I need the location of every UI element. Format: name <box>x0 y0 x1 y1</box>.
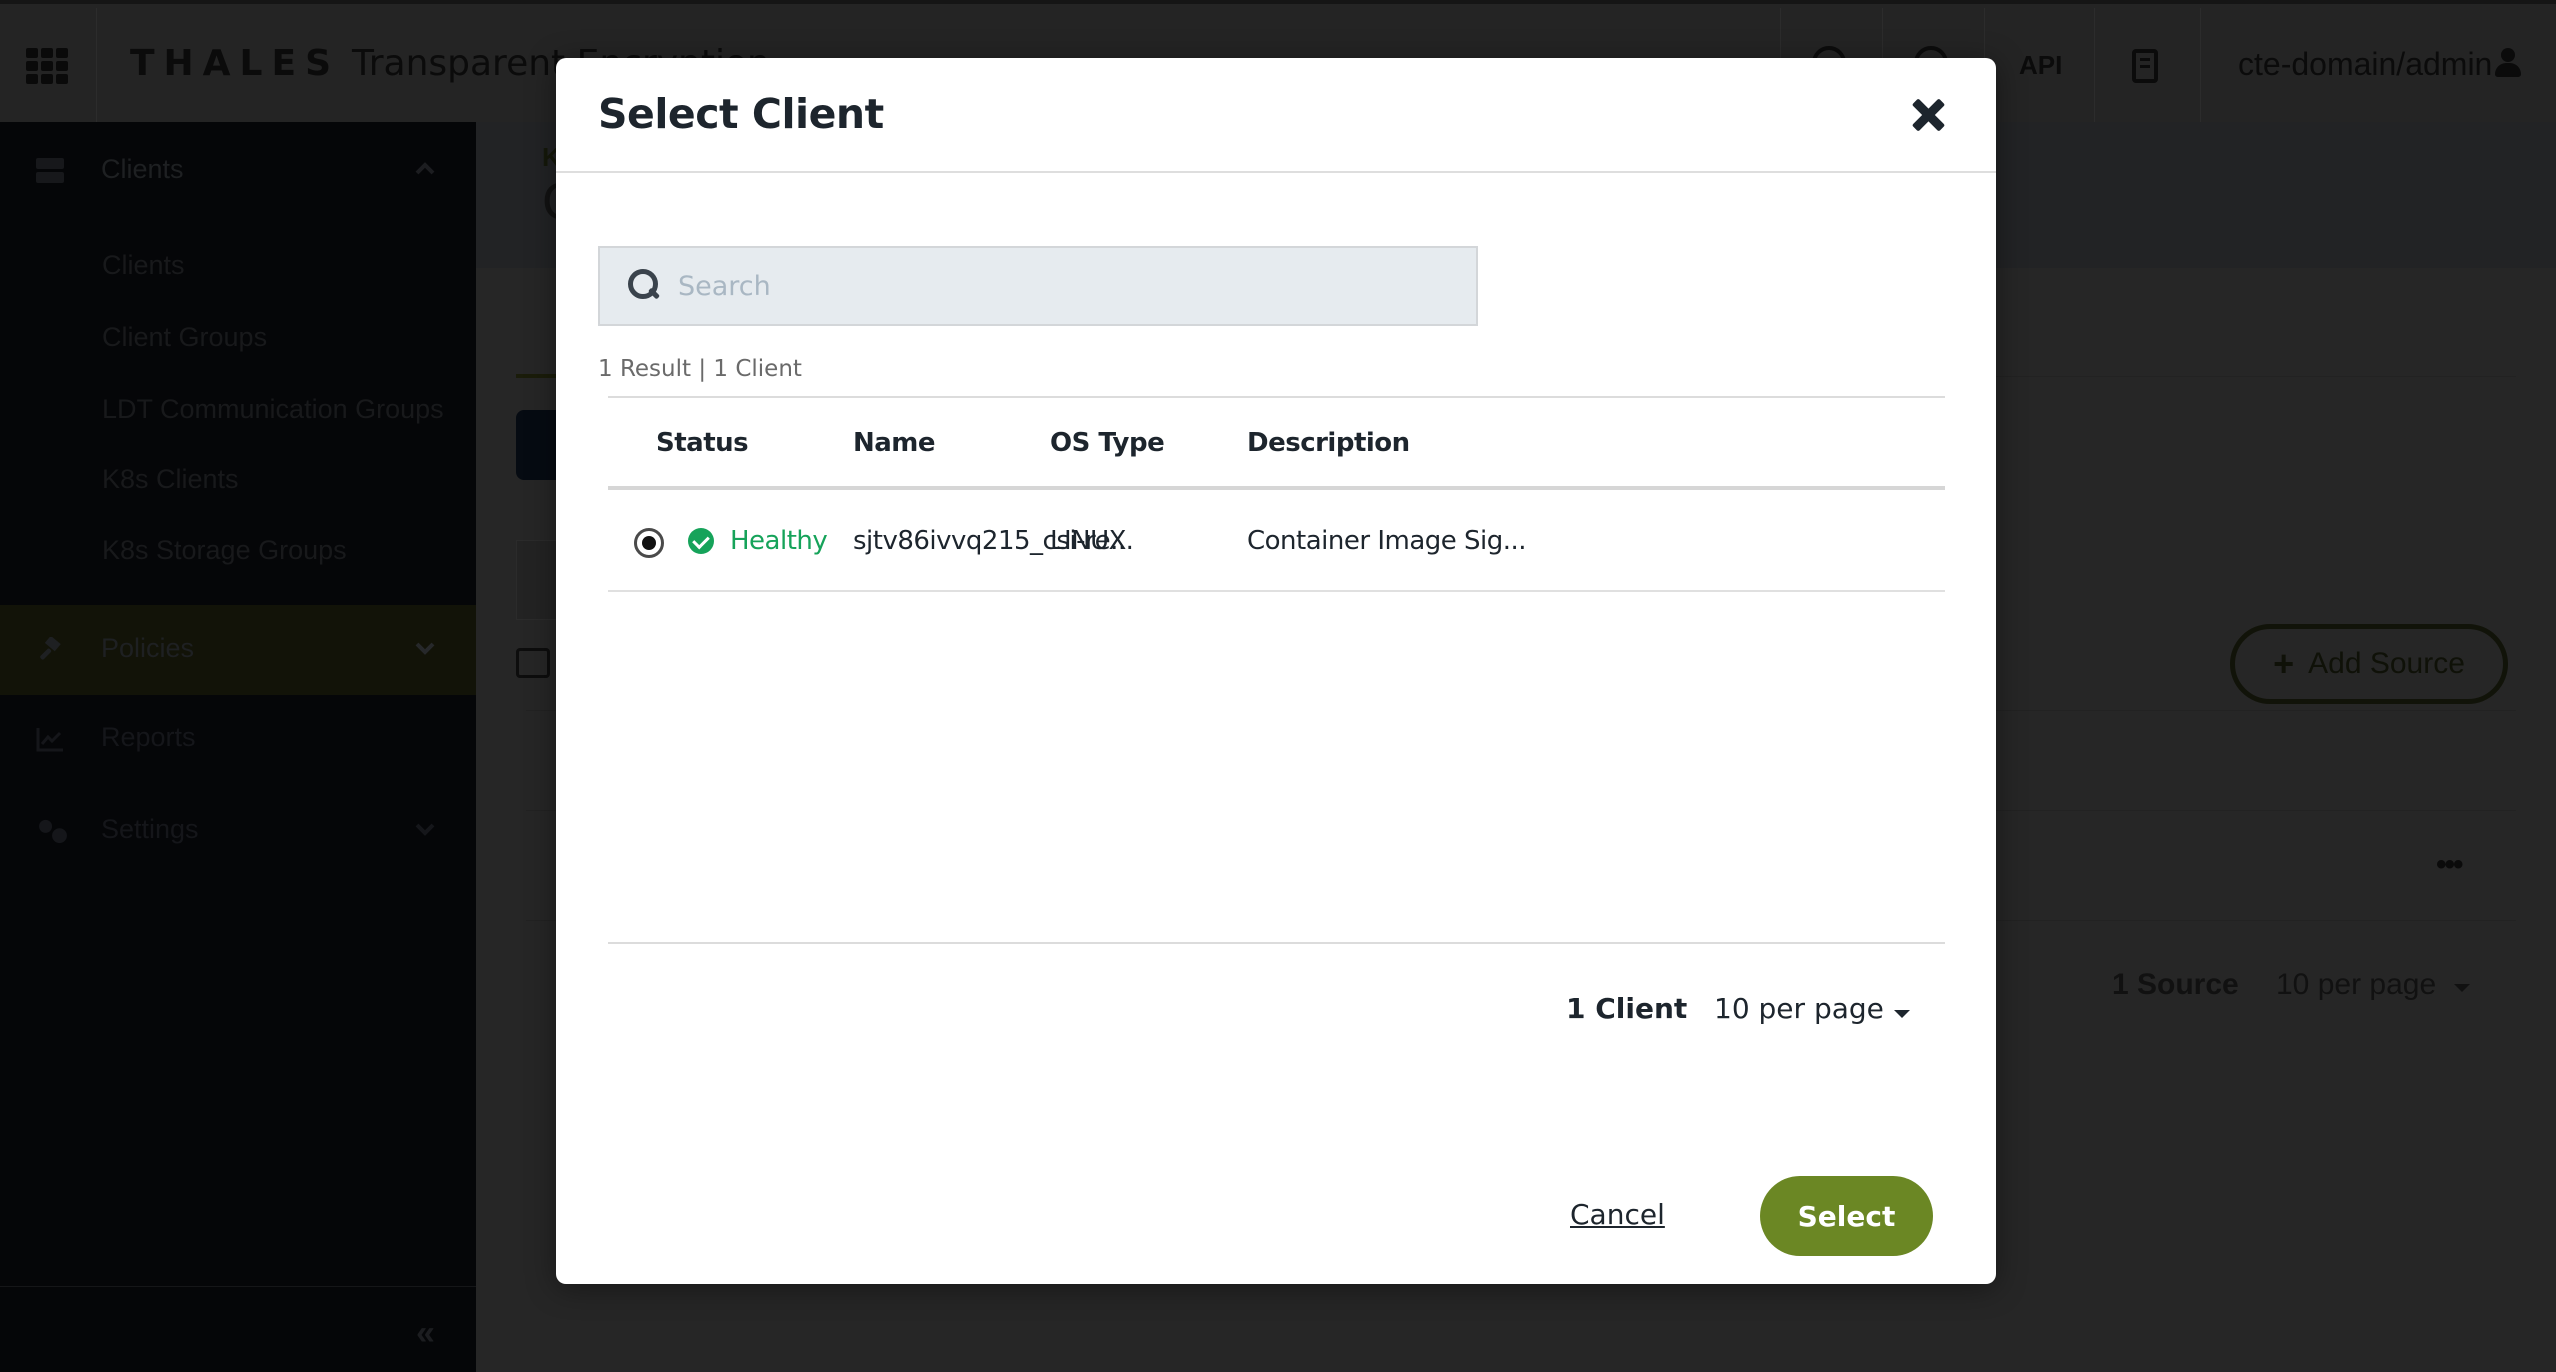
sidebar-item-clients[interactable]: Clients <box>102 250 185 281</box>
sidebar-item-client-groups[interactable]: Client Groups <box>102 322 267 353</box>
sidebar-item-k8s-storage-groups[interactable]: K8s Storage Groups <box>102 535 347 566</box>
add-source-label: Add Source <box>2308 647 2465 680</box>
result-summary: 1 Result | 1 Client <box>598 356 802 382</box>
row-radio-selected[interactable] <box>634 528 664 558</box>
cogs-icon <box>39 819 67 844</box>
brand-name: THALES <box>130 43 341 84</box>
sidebar-group-policies[interactable]: Policies <box>0 605 476 695</box>
sidebar-group-clients[interactable]: Clients <box>0 122 476 212</box>
os-type-cell: LINUX <box>1050 526 1126 556</box>
clients-table: Status Name OS Type Description Healthy … <box>608 396 1945 592</box>
table-footer-divider <box>608 942 1945 944</box>
chevron-up-icon[interactable] <box>414 158 436 180</box>
sidebar-item-k8s-clients[interactable]: K8s Clients <box>102 464 239 495</box>
header-divider <box>2200 8 2201 126</box>
column-header-name[interactable]: Name <box>853 428 936 458</box>
header-divider <box>96 8 97 126</box>
add-source-button[interactable]: + Add Source <box>2230 624 2508 704</box>
cancel-button[interactable]: Cancel <box>1570 1198 1665 1231</box>
plus-icon: + <box>2273 643 2295 684</box>
select-client-modal: Select Client 1 Result | 1 Client Status… <box>556 58 1996 1284</box>
sidebar-group-label: Settings <box>101 814 199 844</box>
table-row[interactable]: Healthy sjtv86ivvq215_csi-re... LINUX Co… <box>608 490 1945 592</box>
documentation-icon[interactable] <box>2132 49 2158 83</box>
client-count: 1 Client <box>1566 992 1688 1025</box>
chart-line-icon <box>36 728 63 752</box>
status-cell: Healthy <box>730 526 828 556</box>
chevron-down-icon[interactable] <box>414 818 436 840</box>
sidebar: Clients Clients Client Groups LDT Commun… <box>0 122 476 1372</box>
sidebar-group-label: Reports <box>101 722 196 752</box>
select-all-checkbox[interactable] <box>516 648 550 678</box>
search-icon <box>628 269 662 303</box>
app-launcher-icon[interactable] <box>26 48 68 84</box>
select-button[interactable]: Select <box>1760 1176 1933 1256</box>
modal-header: Select Client <box>556 58 1996 173</box>
sidebar-divider <box>0 1286 476 1287</box>
caret-down-icon[interactable] <box>2454 984 2470 992</box>
sidebar-group-settings[interactable]: Settings <box>0 786 476 876</box>
chevron-down-icon[interactable] <box>414 637 436 659</box>
header-divider <box>2094 8 2095 126</box>
user-icon <box>2494 48 2522 78</box>
modal-title: Select Client <box>598 90 884 138</box>
per-page-select[interactable]: 10 per page <box>1714 992 1884 1025</box>
description-cell: Container Image Sig... <box>1247 526 1527 556</box>
search-input[interactable] <box>678 270 1438 302</box>
sidebar-group-label: Clients <box>101 154 184 184</box>
per-page-select[interactable]: 10 per page <box>2276 968 2436 1002</box>
user-menu[interactable]: cte-domain/admin <box>2238 46 2522 83</box>
sidebar-group-reports[interactable]: Reports <box>0 696 476 786</box>
more-actions-icon[interactable]: ••• <box>2436 848 2463 882</box>
user-name: cte-domain/admin <box>2238 46 2493 82</box>
caret-down-icon[interactable] <box>1894 1010 1910 1018</box>
column-header-status[interactable]: Status <box>656 428 749 458</box>
check-circle-icon <box>688 528 714 554</box>
close-icon[interactable] <box>1906 94 1950 138</box>
gavel-icon <box>40 637 61 660</box>
collapse-sidebar-icon[interactable]: « <box>416 1314 435 1353</box>
table-header: Status Name OS Type Description <box>608 398 1945 490</box>
api-link[interactable]: API <box>2019 50 2062 81</box>
source-count: 1 Source <box>2112 968 2239 1001</box>
server-icon <box>36 158 64 183</box>
search-field[interactable] <box>598 246 1478 326</box>
column-header-description[interactable]: Description <box>1247 428 1410 458</box>
column-header-os-type[interactable]: OS Type <box>1050 428 1165 458</box>
sidebar-group-label: Policies <box>101 633 195 663</box>
sidebar-item-ldt-communication-groups[interactable]: LDT Communication Groups <box>102 394 444 425</box>
